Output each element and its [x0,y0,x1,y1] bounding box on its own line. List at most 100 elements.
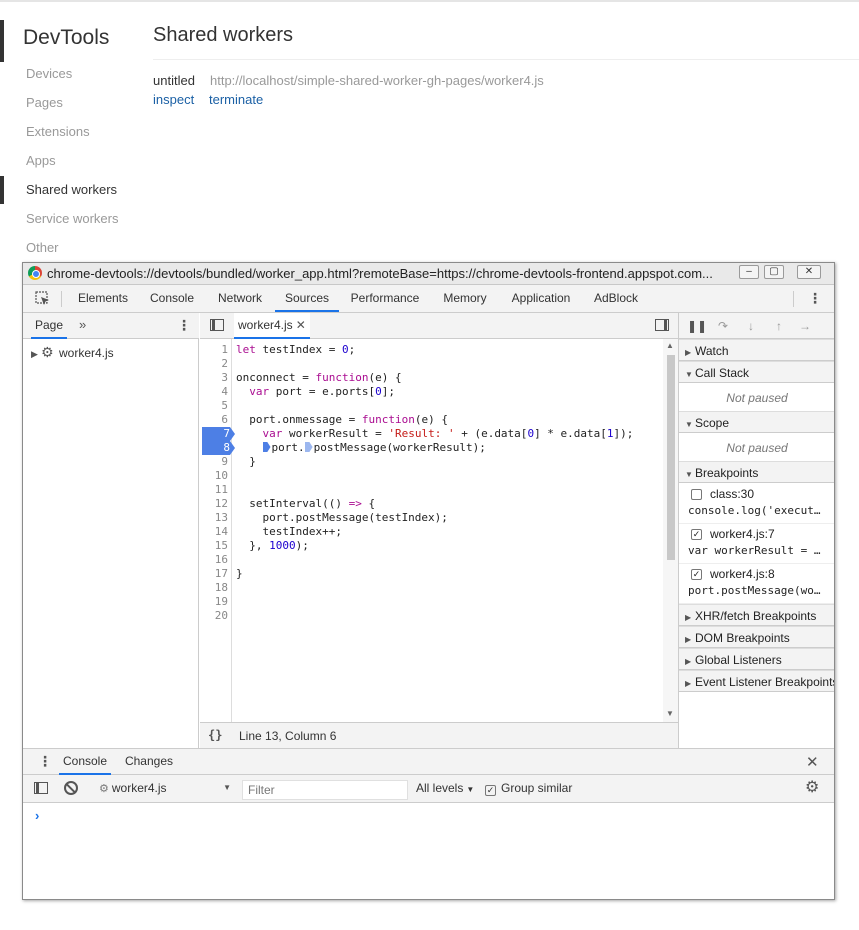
breakpoint-item[interactable]: ✓ worker4.js:8 port.postMessage(wo… [679,564,834,604]
tab-sources[interactable]: Sources [275,285,339,312]
more-tabs-icon[interactable]: » [79,317,86,332]
gear-icon[interactable]: ⚙ [805,780,819,796]
scroll-up-icon[interactable]: ▲ [666,341,674,350]
close-icon[interactable]: ✕ [797,265,821,279]
worker-context-icon: ⚙ [99,783,109,795]
scrollbar-thumb[interactable] [667,355,675,560]
line-number[interactable]: 2 [200,357,228,371]
line-number[interactable]: 12 [200,497,228,511]
breakpoint-checkbox[interactable]: ✓ [691,569,702,580]
scope-status: Not paused [726,441,788,455]
pretty-print-icon[interactable]: {} [208,728,222,742]
nav-item-pages[interactable]: Pages [0,89,140,117]
line-number[interactable]: 14 [200,525,228,539]
nav-item-other[interactable]: Other [0,234,140,262]
step-out-icon[interactable]: ↑ [771,318,787,334]
context-selector[interactable]: ⚙ worker4.js ▼ [99,781,231,797]
drawer-tab-console[interactable]: Console [59,749,111,775]
line-gutter[interactable]: 1 2 3 4 5 6 7 8 9 10 11 12 13 14 15 16 1… [200,339,235,722]
tab-application[interactable]: Application [503,285,579,312]
nav-item-extensions[interactable]: Extensions [0,118,140,146]
tab-console[interactable]: Console [143,285,201,312]
breakpoint-checkbox[interactable] [691,489,702,500]
terminate-link[interactable]: terminate [209,92,263,107]
line-number[interactable]: 13 [200,511,228,525]
navigator-menu-icon[interactable]: ⋮ [177,318,191,332]
breakpoints-section[interactable]: ▼ Breakpoints [679,461,834,483]
inline-breakpoint-icon[interactable] [304,442,313,452]
line-number[interactable]: 20 [200,609,228,623]
nav-item-apps[interactable]: Apps [0,147,140,175]
dom-breakpoints-section[interactable]: ▶ DOM Breakpoints [679,626,834,648]
nav-item-devices[interactable]: Devices [0,60,140,88]
console-sidebar-icon[interactable] [34,782,48,794]
line-number[interactable]: 11 [200,483,228,497]
group-similar-toggle[interactable]: ✓ Group similar [485,781,572,796]
nav-item-shared-workers[interactable]: Shared workers [0,176,140,204]
group-similar-checkbox[interactable]: ✓ [485,785,496,796]
step-into-icon[interactable]: ↓ [743,318,759,334]
code-area[interactable]: 1 2 3 4 5 6 7 8 9 10 11 12 13 14 15 16 1… [200,339,678,722]
toggle-navigator-icon[interactable] [210,319,224,331]
sources-navigator: Page » ⋮ ▶ ⚙ worker4.js [23,313,199,748]
nav-item-service-workers[interactable]: Service workers [0,205,140,233]
step-over-icon[interactable]: ↷ [715,318,731,334]
line-number[interactable]: 15 [200,539,228,553]
line-number[interactable]: 4 [200,385,228,399]
tab-elements[interactable]: Elements [71,285,135,312]
pause-icon[interactable]: ❚❚ [687,318,707,334]
tab-page[interactable]: Page [31,313,67,339]
drawer-tab-changes[interactable]: Changes [121,749,177,775]
global-listeners-section[interactable]: ▶ Global Listeners [679,648,834,670]
tab-performance[interactable]: Performance [345,285,425,312]
line-number[interactable]: 3 [200,371,228,385]
xhr-breakpoints-section[interactable]: ▶ XHR/fetch Breakpoints [679,604,834,626]
console-prompt-icon[interactable]: › [35,808,39,823]
expand-arrow-icon[interactable]: ▶ [31,349,41,360]
breakpoint-item[interactable]: ✓ worker4.js:7 var workerResult = … [679,524,834,564]
breakpoint-marker[interactable]: 7 [202,427,235,441]
line-number[interactable]: 19 [200,595,228,609]
watch-section[interactable]: ▶ Watch [679,339,834,361]
inline-breakpoint-icon[interactable] [262,442,271,452]
line-number[interactable]: 9 [200,455,228,469]
clear-console-icon[interactable] [64,781,78,795]
tab-memory[interactable]: Memory [433,285,497,312]
maximize-icon[interactable]: ▢ [764,265,784,279]
call-stack-status: Not paused [726,391,788,405]
navigator-file-worker4[interactable]: ▶ ⚙ worker4.js [31,344,114,362]
file-label: worker4.js [59,346,114,360]
line-number[interactable]: 1 [200,343,228,357]
tab-adblock[interactable]: AdBlock [587,285,645,312]
breakpoint-checkbox[interactable]: ✓ [691,529,702,540]
breakpoint-marker[interactable]: 8 [202,441,235,455]
toggle-debugger-icon[interactable] [655,319,669,331]
close-tab-icon[interactable]: ✕ [296,318,306,332]
event-listener-breakpoints-section[interactable]: ▶ Event Listener Breakpoints [679,670,834,692]
call-stack-section[interactable]: ▼ Call Stack [679,361,834,383]
console-filter-input[interactable] [242,780,408,800]
step-icon[interactable]: → [797,318,813,334]
editor-tab-worker4[interactable]: worker4.js ✕ [234,313,310,339]
line-number[interactable]: 10 [200,469,228,483]
window-titlebar[interactable]: chrome-devtools://devtools/bundled/worke… [23,263,834,285]
breakpoint-item[interactable]: class:30 console.log('execut… [679,484,834,524]
line-number[interactable]: 6 [200,413,228,427]
scroll-down-icon[interactable]: ▼ [666,709,674,718]
tab-network[interactable]: Network [209,285,271,312]
inspect-link[interactable]: inspect [153,92,194,107]
line-number[interactable]: 18 [200,581,228,595]
devtools-toolbar: Elements Console Network Sources Perform… [23,285,834,313]
minimize-icon[interactable]: – [739,265,759,279]
console-output[interactable]: › [23,803,834,899]
close-drawer-icon[interactable]: ✕ [806,753,819,771]
drawer-menu-icon[interactable]: ⋮ [38,754,52,768]
line-number[interactable]: 5 [200,399,228,413]
line-number[interactable]: 16 [200,553,228,567]
more-options-icon[interactable]: ⋮ [807,291,823,307]
line-number[interactable]: 17 [200,567,228,581]
inspect-element-icon[interactable] [35,291,51,307]
log-levels-selector[interactable]: All levels ▼ [416,781,474,795]
scope-section[interactable]: ▼ Scope [679,411,834,433]
editor-scrollbar[interactable]: ▲ ▼ [663,339,678,722]
